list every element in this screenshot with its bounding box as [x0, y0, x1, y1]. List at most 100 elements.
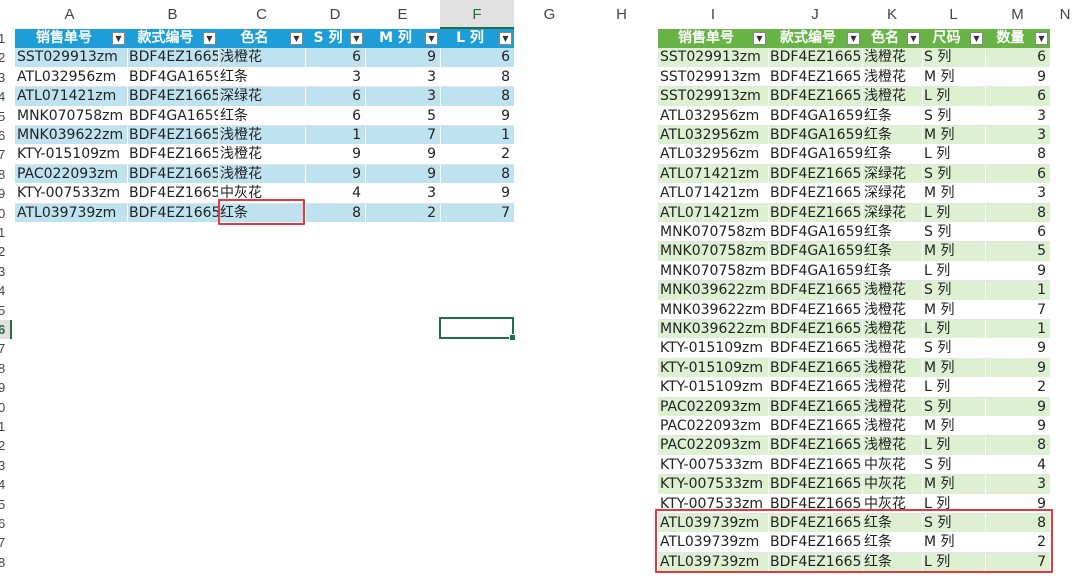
table-cell[interactable]: 红条 — [862, 223, 922, 242]
row-number[interactable]: 3 — [0, 456, 12, 475]
dropdown-arrow-icon[interactable]: ▼ — [290, 32, 303, 45]
dropdown-arrow-icon[interactable]: ▼ — [350, 32, 363, 45]
column-header-f[interactable]: F — [440, 0, 514, 29]
table-cell[interactable]: 浅橙花 — [862, 378, 922, 397]
table-cell[interactable]: S 列 — [922, 165, 985, 184]
table-cell[interactable]: 3 — [985, 107, 1050, 126]
table-cell[interactable]: 3 — [365, 184, 440, 203]
table-cell[interactable]: BDF4EZ1665 — [127, 48, 218, 67]
table-cell[interactable]: S 列 — [922, 456, 985, 475]
table-cell[interactable]: SST029913zm — [658, 48, 768, 67]
table-cell[interactable]: BDF4EZ1665 — [127, 184, 218, 203]
table-cell[interactable]: SST029913zm — [658, 68, 768, 87]
table-cell[interactable]: 红条 — [218, 68, 305, 87]
table-cell[interactable]: BDF4EZ1665 — [768, 320, 862, 339]
table-cell[interactable]: S 列 — [922, 223, 985, 242]
table-cell[interactable]: 3 — [365, 68, 440, 87]
column-header-n[interactable]: N — [1050, 0, 1080, 29]
column-header-e[interactable]: E — [365, 0, 440, 29]
active-cell[interactable] — [439, 317, 514, 339]
table-cell[interactable]: S 列 — [922, 398, 985, 417]
table-cell[interactable]: 9 — [365, 165, 440, 184]
table-cell[interactable]: 3 — [985, 184, 1050, 203]
table-cell[interactable]: 浅橙花 — [862, 48, 922, 67]
table-cell[interactable]: PAC022093zm — [658, 398, 768, 417]
row-number[interactable]: 2 — [0, 48, 12, 67]
dropdown-arrow-icon[interactable]: ▼ — [847, 32, 860, 45]
table-cell[interactable]: 浅橙花 — [862, 339, 922, 358]
row-number[interactable]: 7 — [0, 533, 12, 552]
row-number[interactable]: 2 — [0, 242, 12, 261]
row-number[interactable]: 4 — [0, 281, 12, 300]
table-cell[interactable]: MNK039622zm — [658, 301, 768, 320]
table-cell[interactable]: M 列 — [922, 301, 985, 320]
table-cell[interactable]: 8 — [985, 145, 1050, 164]
dropdown-arrow-icon[interactable]: ▼ — [112, 32, 125, 45]
table-cell[interactable]: 3 — [305, 68, 365, 87]
table-cell[interactable]: 7 — [985, 301, 1050, 320]
table-cell[interactable]: 深绿花 — [862, 204, 922, 223]
table-cell[interactable]: KTY-007533zm — [658, 475, 768, 494]
table-cell[interactable]: 浅橙花 — [862, 320, 922, 339]
table-cell[interactable]: BDF4EZ1665 — [768, 204, 862, 223]
table-cell[interactable]: 1 — [985, 281, 1050, 300]
table-cell[interactable]: 8 — [985, 436, 1050, 455]
table-cell[interactable]: 2 — [440, 145, 514, 164]
table-cell[interactable]: S 列 — [922, 339, 985, 358]
table-cell[interactable]: 浅橙花 — [862, 436, 922, 455]
table-cell[interactable]: ATL032956zm — [658, 107, 768, 126]
table-cell[interactable]: BDF4EZ1665 — [768, 48, 862, 67]
table-cell[interactable]: 8 — [440, 87, 514, 106]
table-cell[interactable]: KTY-015109zm — [15, 145, 127, 164]
row-number[interactable]: 8 — [0, 359, 12, 378]
table-cell[interactable]: 9 — [365, 48, 440, 67]
row-number[interactable]: 3 — [0, 262, 12, 281]
table-cell[interactable]: M 列 — [922, 359, 985, 378]
column-header-i[interactable]: I — [658, 0, 768, 29]
table-cell[interactable]: 红条 — [218, 107, 305, 126]
table-cell[interactable]: 浅橙花 — [218, 145, 305, 164]
table-cell[interactable]: 9 — [985, 359, 1050, 378]
table-cell[interactable]: ATL039739zm — [15, 204, 127, 223]
row-number[interactable]: 6 — [0, 126, 12, 145]
table-cell[interactable]: M 列 — [922, 126, 985, 145]
table-cell[interactable]: 3 — [365, 87, 440, 106]
row-number[interactable]: 0 — [0, 204, 12, 223]
dropdown-arrow-icon[interactable]: ▼ — [203, 32, 216, 45]
table-cell[interactable]: BDF4EZ1665 — [127, 165, 218, 184]
table-cell[interactable]: S 列 — [922, 107, 985, 126]
table-cell[interactable]: KTY-007533zm — [658, 456, 768, 475]
table-cell[interactable]: 8 — [440, 68, 514, 87]
row-number[interactable]: 9 — [0, 378, 12, 397]
table-cell[interactable]: BDF4GA1659 — [768, 262, 862, 281]
table-cell[interactable]: 红条 — [862, 242, 922, 261]
row-number[interactable]: 4 — [0, 475, 12, 494]
column-header-b[interactable]: B — [127, 0, 218, 29]
table-cell[interactable]: 浅橙花 — [862, 359, 922, 378]
dropdown-arrow-icon[interactable]: ▼ — [907, 32, 920, 45]
column-header-m[interactable]: M — [985, 0, 1050, 29]
table-cell[interactable]: 4 — [985, 456, 1050, 475]
dropdown-arrow-icon[interactable]: ▼ — [970, 32, 983, 45]
row-number[interactable]: 0 — [0, 398, 12, 417]
table-cell[interactable]: BDF4EZ1665 — [768, 359, 862, 378]
table-cell[interactable]: BDF4EZ1665 — [768, 301, 862, 320]
table-cell[interactable]: KTY-015109zm — [658, 359, 768, 378]
dropdown-arrow-icon[interactable]: ▼ — [425, 32, 438, 45]
table-cell[interactable]: L 列 — [922, 436, 985, 455]
table-cell[interactable]: 9 — [440, 184, 514, 203]
table-cell[interactable]: 2 — [365, 204, 440, 223]
table-cell[interactable]: ATL032956zm — [15, 68, 127, 87]
table-cell[interactable]: S 列 — [922, 48, 985, 67]
table-cell[interactable]: PAC022093zm — [658, 417, 768, 436]
table-cell[interactable]: BDF4EZ1665 — [768, 378, 862, 397]
table-cell[interactable]: BDF4GA1659 — [768, 126, 862, 145]
column-header-cell[interactable]: 销售单号 — [15, 29, 127, 48]
table-cell[interactable]: KTY-015109zm — [658, 339, 768, 358]
table-cell[interactable]: MNK070758zm — [658, 262, 768, 281]
table-cell[interactable]: PAC022093zm — [15, 165, 127, 184]
table-cell[interactable]: BDF4EZ1665 — [768, 456, 862, 475]
row-number[interactable]: 7 — [0, 339, 12, 358]
table-cell[interactable]: 浅橙花 — [862, 417, 922, 436]
table-cell[interactable]: 红条 — [862, 107, 922, 126]
